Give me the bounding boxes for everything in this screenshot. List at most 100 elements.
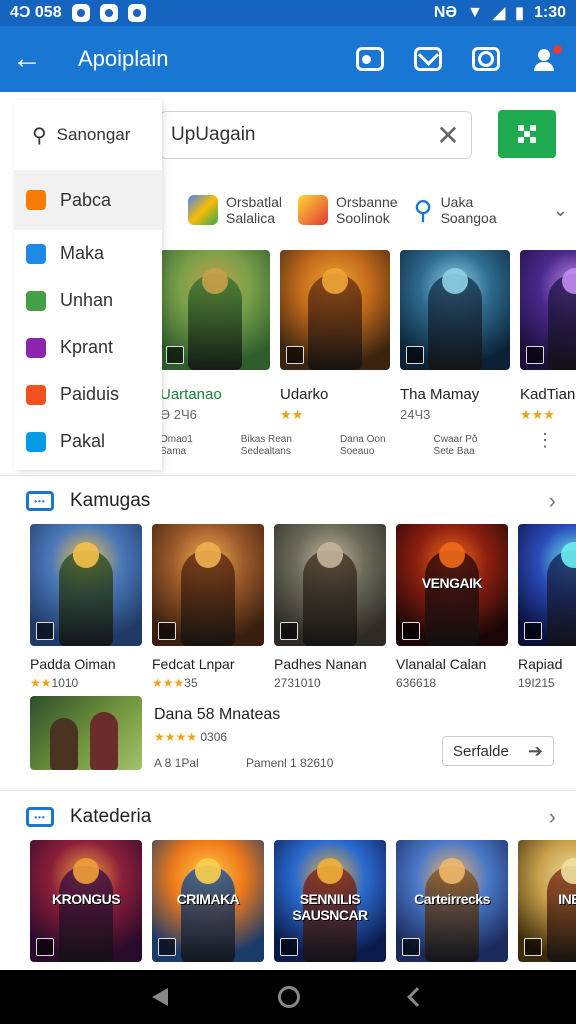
drawer-item[interactable]: Pakal [14, 418, 162, 465]
account-icon[interactable] [530, 45, 562, 71]
game-title: Udarko [280, 386, 329, 403]
rating-badge-icon [158, 622, 176, 640]
featured-game-card[interactable]: KadTian ★★★ [520, 250, 576, 460]
featured-row: Uartanao Ө 2Ч6 Udarko ★★ Tha Mamay 24Ч3 KadTia… [160, 250, 576, 460]
promo-meta: Pamenl 1 82610 [246, 756, 334, 770]
promo-card[interactable]: Dana 58 Mnateas ★★★★ 0306 A 8 1Pal Pamen… [30, 696, 556, 770]
chevron-right-icon[interactable]: › [549, 804, 556, 830]
camera-icon[interactable] [472, 47, 500, 71]
featured-game-card[interactable]: Udarko ★★ [280, 250, 390, 460]
rating-badge-icon [166, 346, 184, 364]
featured-meta: Dana Oon Soeauo [340, 434, 386, 458]
more-icon[interactable]: ⋮ [536, 431, 554, 458]
game-title: Uartanao [160, 386, 222, 403]
category-line1: Orsbanne [336, 194, 398, 210]
game-row: Padda Oiman ★★1010 Fedcat Lnpar ★★★35 Padhes… [30, 524, 576, 694]
game-card[interactable]: Padda Oiman ★★1010 [30, 524, 142, 694]
game-card[interactable]: Carteirrecks [396, 840, 508, 970]
drawer-item-label: Pabca [60, 189, 112, 210]
game-meta: 2731010 [274, 676, 386, 690]
category-item[interactable]: Orsbanne Soolinok [298, 194, 398, 226]
category-line1: Orsbatlal [226, 194, 283, 210]
drawer-search-label: Sanongar [56, 125, 131, 144]
section-title: Katederia [70, 806, 152, 827]
promo-button[interactable]: Serfalde ➔ [442, 736, 554, 766]
back-arrow-icon[interactable]: ← [0, 26, 54, 92]
section-header[interactable]: ••• Kamugas › [26, 486, 556, 516]
category-line2: Soolinok [336, 210, 390, 226]
featured-game-card[interactable]: Tha Mamay 24Ч3 [400, 250, 510, 460]
game-meta: Ө 2Ч6 [160, 407, 197, 422]
game-card[interactable]: Rapiad 19I215 [518, 524, 576, 694]
drawer-search[interactable]: ⚲ Sanongar [14, 100, 162, 170]
game-artwork [520, 250, 576, 370]
category-icon [26, 243, 46, 264]
game-title: Padda Oiman [30, 656, 116, 672]
drawer-item[interactable]: Pabca [14, 170, 162, 230]
nav-home-icon[interactable] [278, 986, 300, 1008]
section-title: Kamugas [70, 490, 151, 511]
game-artwork: SENNILIS SAUSNCAR [274, 840, 386, 962]
rating-value: 2731010 [274, 676, 321, 690]
character-head [439, 542, 465, 568]
game-card[interactable]: SENNILIS SAUSNCAR [274, 840, 386, 970]
section-header[interactable]: ••• Katederia › [26, 802, 556, 832]
category-item[interactable]: Orsbatlal Salalica [188, 194, 282, 226]
featured-meta: Omao1 Sama [160, 434, 193, 458]
drawer-item[interactable]: Paiduis [14, 371, 162, 418]
meta-line: Cwaar Pŏ [433, 434, 478, 445]
search-input[interactable]: UpUagain ✕ [160, 111, 472, 159]
game-card[interactable]: VENGAIK Vlanalal Calan 636618 [396, 524, 508, 694]
drawer-item[interactable]: Kprant [14, 324, 162, 371]
wifi-icon: ▼ [467, 4, 483, 21]
game-card[interactable]: CRIMAKA [152, 840, 264, 970]
toggle-icon[interactable] [356, 47, 384, 71]
rating-value: 19I215 [518, 676, 555, 690]
chevron-down-icon[interactable]: ⌄ [553, 200, 568, 221]
character-head [317, 858, 343, 884]
chevron-right-icon[interactable]: › [549, 488, 556, 514]
signal-icon: ◢ [492, 5, 506, 22]
game-card[interactable]: Padhes Nanan 2731010 [274, 524, 386, 694]
nav-recent-icon[interactable] [407, 987, 427, 1007]
character-head [195, 858, 221, 884]
meta-line: Omao1 [160, 434, 193, 445]
character-head [195, 542, 221, 568]
game-card[interactable]: Fedcat Lnpar ★★★35 [152, 524, 264, 694]
featured-meta-row: Omao1 Sama Bikas Rean Sedealtans Dana Oon Soe… [160, 431, 576, 458]
category-icon [188, 195, 218, 225]
game-card[interactable]: INER [518, 840, 576, 970]
rating-badge-icon [280, 938, 298, 956]
character-head [322, 268, 348, 294]
drawer-item-label: Pakal [60, 431, 106, 451]
stars: ★★ [30, 676, 52, 690]
game-meta: ★★★35 [152, 676, 264, 690]
grid-icon [517, 124, 537, 144]
meta-line: Bikas Rean [240, 434, 292, 445]
page-title: Apoiplain [78, 46, 169, 71]
game-card[interactable]: KRONGUS [30, 840, 142, 970]
featured-meta: Bikas Rean Sedealtans [241, 434, 292, 458]
nav-back-icon[interactable] [152, 988, 168, 1006]
notification-badge [553, 45, 562, 54]
side-drawer: ⚲ Sanongar Pabca Maka Unhan Kprant Paiduis Pa… [14, 100, 162, 470]
mail-icon[interactable] [414, 47, 442, 71]
drawer-item-label: Unhan [60, 290, 114, 310]
notification-icon [71, 4, 90, 22]
drawer-item[interactable]: Maka [14, 230, 162, 277]
app-bar: ← Apoiplain [0, 26, 576, 92]
meta-line: Sete Baa [433, 446, 475, 457]
clear-icon[interactable]: ✕ [425, 119, 471, 152]
grid-view-button[interactable] [498, 110, 556, 158]
rating-badge-icon [402, 622, 420, 640]
category-line1: Uaka [440, 194, 474, 210]
category-item[interactable]: ⚲ Uaka Soangoa [414, 194, 497, 226]
rating-value: 1010 [51, 676, 79, 690]
game-artwork [518, 524, 576, 646]
drawer-item[interactable]: Unhan [14, 277, 162, 324]
game-artwork: INER [518, 840, 576, 962]
featured-game-card[interactable]: Uartanao Ө 2Ч6 [160, 250, 270, 460]
artwork-title: KRONGUS [51, 891, 121, 908]
rating-badge-icon [286, 346, 304, 364]
network-label: NƏ [433, 4, 457, 21]
